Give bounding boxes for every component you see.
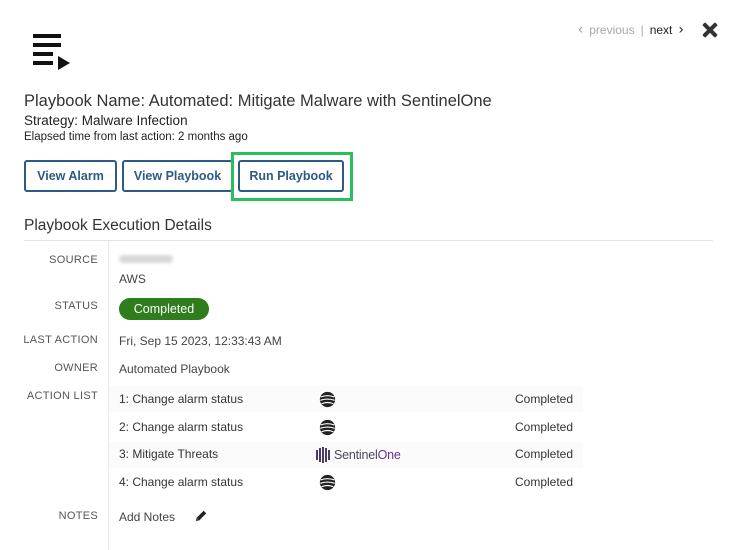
att-globe-icon — [319, 419, 336, 436]
sentinelone-logo: SentinelOne — [316, 446, 401, 464]
section-divider — [24, 240, 713, 241]
status-label: STATUS — [54, 300, 98, 312]
elapsed-time: Elapsed time from last action: 2 months … — [24, 131, 248, 143]
sentinelone-logo-text: SentinelOne — [334, 448, 401, 462]
action-item-label: 3: Mitigate Threats — [119, 447, 219, 461]
status-badge: Completed — [119, 298, 209, 320]
action-item-status: Completed — [515, 447, 574, 461]
view-playbook-button[interactable]: View Playbook — [122, 160, 233, 192]
chevron-left-icon[interactable]: ‹ — [578, 22, 584, 38]
source-value: AWS — [119, 272, 146, 286]
att-globe-icon — [319, 391, 336, 408]
source-redacted — [119, 255, 173, 263]
action-item-label: 4: Change alarm status — [119, 475, 244, 489]
close-icon[interactable] — [702, 22, 718, 38]
pencil-icon[interactable] — [194, 509, 208, 523]
action-item-status: Completed — [515, 420, 574, 434]
last-action-label: LAST ACTION — [23, 334, 98, 346]
notes-label: NOTES — [58, 510, 98, 522]
action-list-label: ACTION LIST — [26, 390, 98, 402]
att-globe-icon — [319, 474, 336, 491]
sentinelone-mark-icon — [316, 447, 330, 463]
owner-label: OWNER — [54, 362, 98, 374]
playbook-title: Playbook Name: Automated: Mitigate Malwa… — [24, 92, 492, 110]
playbook-strategy: Strategy: Malware Infection — [24, 113, 188, 128]
next-link[interactable]: next — [650, 23, 673, 37]
last-action-value: Fri, Sep 15 2023, 12:33:43 AM — [119, 334, 282, 348]
add-notes-link[interactable]: Add Notes — [119, 510, 175, 524]
chevron-right-icon[interactable]: › — [678, 22, 684, 38]
record-navigation: ‹ previous | next › — [578, 22, 718, 38]
action-item-status: Completed — [515, 392, 574, 406]
previous-link[interactable]: previous — [589, 23, 634, 37]
source-label: SOURCE — [49, 254, 98, 266]
section-title: Playbook Execution Details — [24, 217, 212, 234]
view-alarm-button[interactable]: View Alarm — [24, 160, 117, 192]
action-item-label: 1: Change alarm status — [119, 392, 244, 406]
action-item-label: 2: Change alarm status — [119, 420, 244, 434]
owner-value: Automated Playbook — [119, 362, 230, 376]
run-playbook-button[interactable]: Run Playbook — [238, 160, 344, 192]
nav-separator: | — [640, 23, 644, 37]
playlist-play-icon — [33, 34, 70, 70]
action-item-status: Completed — [515, 475, 574, 489]
